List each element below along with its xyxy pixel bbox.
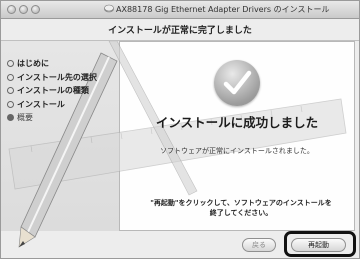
zoom-window-button[interactable] — [31, 5, 40, 14]
back-button[interactable]: 戻る — [242, 238, 276, 252]
step-installation: インストール — [7, 98, 97, 112]
restart-instruction: "再起動"をクリックして、ソフトウェアのインストールを 終了してください。 — [131, 198, 351, 218]
step-install-type: インストールの種類 — [7, 84, 97, 98]
success-check-icon — [214, 60, 260, 106]
page-subtitle: インストールが正常に完了しました — [108, 26, 252, 36]
success-heading: インストールに成功しました — [155, 115, 319, 130]
installer-window: AX88178 Gig Ethernet Adapter Drivers のイン… — [0, 0, 360, 259]
step-bullet-icon — [7, 100, 14, 108]
step-bullet-icon — [7, 87, 14, 94]
installer-package-icon — [104, 4, 114, 13]
step-introduction: はじめに — [7, 57, 97, 71]
step-destination: インストール先の選択 — [7, 71, 97, 85]
close-window-button[interactable] — [7, 5, 16, 14]
restart-instruction-line1: "再起動"をクリックして、ソフトウェアのインストールを — [150, 199, 332, 207]
step-bullet-icon — [7, 73, 14, 81]
restart-button-highlight — [284, 231, 356, 257]
minimize-window-button[interactable] — [19, 5, 28, 14]
title-bar: AX88178 Gig Ethernet Adapter Drivers のイン… — [1, 1, 359, 19]
success-message: ソフトウェアが正常にインストールされました。 — [160, 147, 314, 155]
step-list: はじめに インストール先の選択 インストールの種類 インストール 概要 — [7, 57, 97, 125]
restart-instruction-line2: 終了してください。 — [209, 209, 273, 217]
window-title: AX88178 Gig Ethernet Adapter Drivers のイン… — [116, 5, 330, 14]
step-summary: 概要 — [7, 111, 97, 125]
step-bullet-icon — [7, 60, 14, 67]
step-bullet-icon — [7, 114, 14, 121]
